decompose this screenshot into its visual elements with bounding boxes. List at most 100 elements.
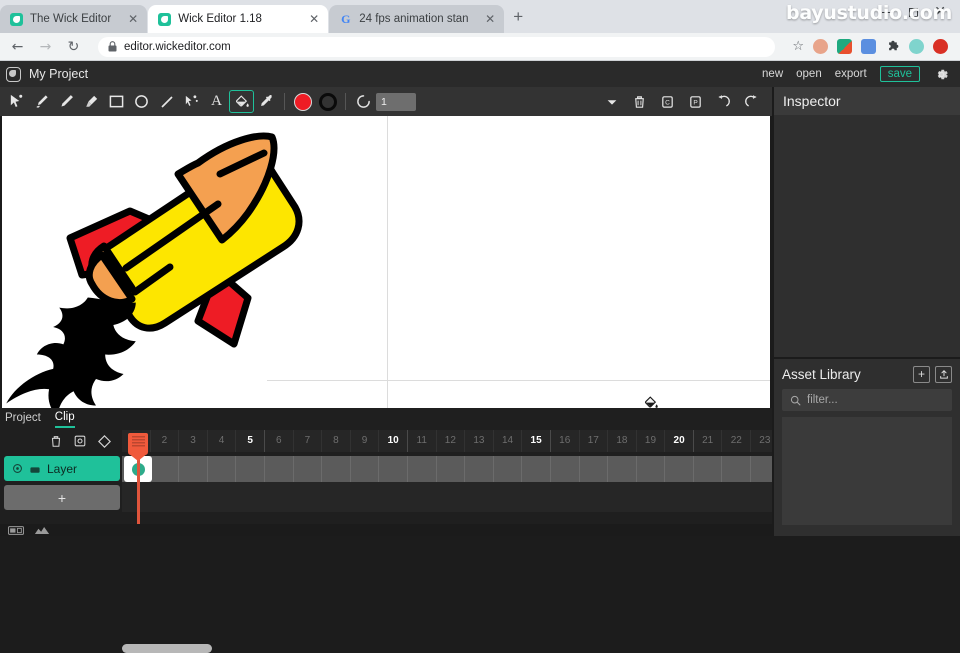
project-name[interactable]: My Project xyxy=(29,67,88,81)
eraser-tool[interactable] xyxy=(79,90,104,113)
frame-cell[interactable] xyxy=(580,456,609,482)
frame-cell[interactable] xyxy=(236,456,265,482)
path-cursor-tool[interactable] xyxy=(179,90,204,113)
frame-cell[interactable] xyxy=(751,456,772,482)
frame-number[interactable]: 14 xyxy=(494,430,523,452)
rectangle-tool[interactable] xyxy=(104,90,129,113)
frame-cell[interactable] xyxy=(408,456,437,482)
tab-project[interactable]: Project xyxy=(5,412,41,427)
frame-number[interactable]: 4 xyxy=(208,430,237,452)
paste-icon[interactable]: P xyxy=(683,90,708,113)
extension-gif-icon[interactable] xyxy=(837,39,852,54)
undo-icon[interactable] xyxy=(711,90,736,113)
lock-icon[interactable] xyxy=(29,464,41,474)
new-tab-button[interactable]: + xyxy=(505,5,531,31)
frame-cell[interactable] xyxy=(637,456,666,482)
timeline-scrollbar-track[interactable] xyxy=(122,526,772,653)
extension-puzzle-icon[interactable] xyxy=(885,39,900,54)
frame-number[interactable]: 18 xyxy=(608,430,637,452)
browser-tab-1[interactable]: Wick Editor 1.18 ✕ xyxy=(148,5,329,33)
extension-translate-icon[interactable] xyxy=(861,39,876,54)
frame-number[interactable]: 16 xyxy=(551,430,580,452)
timeline-frames-row[interactable] xyxy=(122,456,772,482)
frame-cell[interactable] xyxy=(208,456,237,482)
keyframe-icon[interactable] xyxy=(96,433,112,449)
frame-number[interactable]: 17 xyxy=(580,430,609,452)
close-icon[interactable]: ✕ xyxy=(475,13,495,25)
frame-number[interactable]: 23 xyxy=(751,430,772,452)
add-layer-button[interactable]: + xyxy=(4,485,120,510)
delete-icon[interactable] xyxy=(627,90,652,113)
copy-icon[interactable]: C xyxy=(655,90,680,113)
cursor-tool[interactable] xyxy=(4,90,29,113)
copy-frame-icon[interactable] xyxy=(72,433,88,449)
extension-teal-icon[interactable] xyxy=(909,39,924,54)
frame-number[interactable]: 7 xyxy=(294,430,323,452)
frame-cell[interactable] xyxy=(322,456,351,482)
eyedropper-tool[interactable] xyxy=(254,90,279,113)
frame-number[interactable]: 15 xyxy=(522,430,551,452)
line-tool[interactable] xyxy=(154,90,179,113)
frame-cell[interactable] xyxy=(494,456,523,482)
brush-tool[interactable] xyxy=(29,90,54,113)
fill-bucket-tool[interactable] xyxy=(229,90,254,113)
asset-filter-input[interactable]: filter... xyxy=(782,389,952,411)
bookmark-star-icon[interactable]: ☆ xyxy=(792,39,804,54)
frame-cell[interactable] xyxy=(694,456,723,482)
asset-list[interactable] xyxy=(782,417,952,525)
browser-tab-2[interactable]: G 24 fps animation standard - Goo ✕ xyxy=(329,5,505,33)
frame-cell[interactable] xyxy=(665,456,694,482)
frame-cell[interactable] xyxy=(437,456,466,482)
frame-cell[interactable] xyxy=(608,456,637,482)
timeline-empty-area[interactable] xyxy=(122,482,772,512)
frame-number[interactable]: 13 xyxy=(465,430,494,452)
address-bar[interactable]: editor.wickeditor.com xyxy=(98,36,776,57)
frame-number[interactable]: 2 xyxy=(151,430,180,452)
timeline-scrollbar-thumb[interactable] xyxy=(122,644,212,653)
frame-number[interactable]: 19 xyxy=(637,430,666,452)
playhead-handle[interactable] xyxy=(128,433,148,455)
frame-number[interactable]: 22 xyxy=(722,430,752,452)
back-icon[interactable]: ← xyxy=(10,39,25,55)
close-icon[interactable]: ✕ xyxy=(299,13,319,25)
stroke-color-swatch[interactable] xyxy=(315,90,340,113)
frame-number[interactable]: 20 xyxy=(665,430,694,452)
save-button[interactable]: save xyxy=(879,66,920,82)
forward-icon[interactable]: → xyxy=(38,39,53,55)
graph-icon[interactable] xyxy=(34,526,50,535)
export-asset-button[interactable] xyxy=(935,365,952,383)
frame-number[interactable]: 5 xyxy=(236,430,265,452)
add-asset-button[interactable]: + xyxy=(913,365,930,383)
frame-cell[interactable] xyxy=(265,456,294,482)
delete-frame-icon[interactable] xyxy=(48,433,64,449)
fill-color-swatch[interactable] xyxy=(290,90,315,113)
ellipse-tool[interactable] xyxy=(129,90,154,113)
frame-number[interactable]: 10 xyxy=(379,430,408,452)
frame-number[interactable]: 9 xyxy=(351,430,380,452)
extension-reddit-icon[interactable] xyxy=(813,39,828,54)
extension-profile-icon[interactable] xyxy=(933,39,948,54)
text-tool[interactable]: A xyxy=(204,90,229,113)
frame-number[interactable]: 21 xyxy=(694,430,723,452)
pencil-tool[interactable] xyxy=(54,90,79,113)
frame-size-icon[interactable] xyxy=(8,525,24,535)
frame-number[interactable]: 3 xyxy=(179,430,208,452)
browser-tab-0[interactable]: The Wick Editor ✕ xyxy=(0,5,148,33)
frame-cell[interactable] xyxy=(179,456,208,482)
frame-cell[interactable] xyxy=(722,456,752,482)
frame-cell[interactable] xyxy=(151,456,180,482)
open-button[interactable]: open xyxy=(796,68,822,80)
stroke-width-input[interactable]: 1 xyxy=(376,92,416,111)
frame-cell[interactable] xyxy=(379,456,408,482)
reload-icon[interactable]: ↻ xyxy=(66,39,81,55)
frame-cell[interactable] xyxy=(522,456,551,482)
layer-row[interactable]: Layer xyxy=(4,456,120,481)
frame-number[interactable]: 11 xyxy=(408,430,437,452)
frame-number[interactable]: 8 xyxy=(322,430,351,452)
export-button[interactable]: export xyxy=(835,68,867,80)
eye-icon[interactable] xyxy=(12,463,23,474)
tab-clip[interactable]: Clip xyxy=(54,411,75,428)
frame-cell[interactable] xyxy=(294,456,323,482)
gear-icon[interactable] xyxy=(933,66,950,83)
frame-cell[interactable] xyxy=(351,456,380,482)
